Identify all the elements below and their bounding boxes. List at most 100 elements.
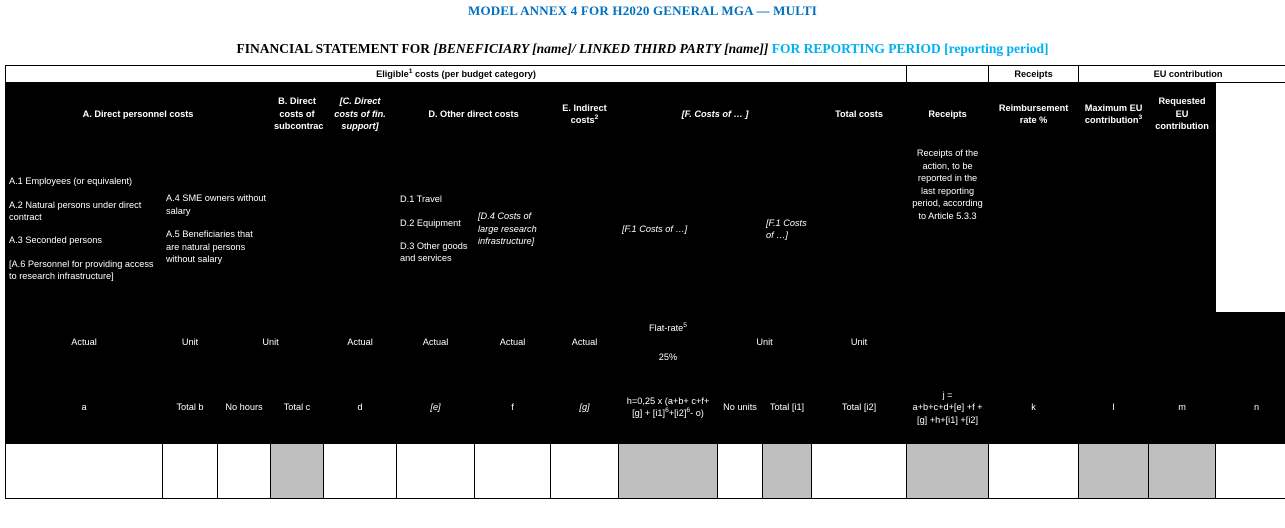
document-title: MODEL ANNEX 4 FOR H2020 GENERAL MGA — MU…	[467, 3, 818, 18]
detail-item-f1: [F.1 Costs of …]	[618, 144, 763, 314]
type-f2-unit: Unit	[810, 312, 908, 372]
detail-e-indirect	[550, 144, 619, 314]
detail-item-a6: [A.6 Personnel for providing access to r…	[9, 258, 154, 282]
col-header-c-fin-support: [C. Direct costs of fin. support]	[323, 82, 397, 146]
detail-d-items: D.1 Travel D.2 Equipment D.3 Other goods…	[396, 144, 475, 314]
input-d-other[interactable]	[474, 443, 551, 500]
detail-a-actual-items: A.1 Employees (or equivalent) A.2 Natura…	[5, 144, 163, 314]
detail-receipts-note: Receipts of the action, to be reported i…	[906, 144, 990, 314]
col-header-b-subcontracting: B. Direct costs of subcontracting	[270, 82, 324, 146]
detail-total-costs	[810, 144, 908, 314]
type-receipts	[988, 312, 1080, 372]
detail-item-a5: A.5 Beneficiaries that are natural perso…	[166, 229, 253, 265]
formula-e-indirect: h=0,25 x (a+b+ c+f+[g] + [i1]6+[i2]6- o)	[618, 370, 718, 445]
group-header-receipts: Receipts	[988, 64, 1080, 84]
input-no-hours[interactable]	[217, 443, 271, 500]
formula-f1-no-units: No units	[717, 370, 763, 445]
group-header-eu-contribution: EU contribution	[1078, 64, 1285, 84]
document-subtitle: FINANCIAL STATEMENT FOR [BENEFICIARY [na…	[0, 41, 1285, 57]
col-header-requested-eu-contribution: Requested EU contribution	[1148, 82, 1217, 146]
subtitle-prefix: FINANCIAL STATEMENT FOR	[236, 41, 434, 56]
formula-receipts: k	[988, 370, 1080, 445]
type-a-actual: Actual	[5, 312, 163, 372]
type-b-subcontracting: Actual	[323, 312, 397, 372]
input-reimbursement-rate	[1078, 443, 1150, 500]
detail-item-d1: D.1 Travel	[400, 194, 442, 205]
type-total-costs	[906, 312, 990, 372]
col-header-a-direct-personnel: A. Direct personnel costs	[5, 82, 271, 146]
formula-d4: [g]	[550, 370, 619, 445]
type-f1-unit: Unit	[717, 312, 812, 372]
input-f2-total[interactable]	[810, 443, 908, 500]
detail-item-a1: A.1 Employees (or equivalent)	[9, 176, 133, 187]
input-max-eu	[1148, 443, 1217, 500]
type-d-other-direct: Actual	[474, 312, 551, 372]
input-b-subcontracting[interactable]	[323, 443, 397, 500]
detail-item-a2: A.2 Natural persons under direct contrac…	[9, 199, 142, 222]
input-f1-total	[762, 443, 812, 500]
type-requested-eu	[1215, 312, 1285, 372]
detail-item-d2: D.2 Equipment	[400, 217, 461, 228]
group-header-total-costs-spacer	[906, 64, 990, 84]
type-c-fin-support: Actual	[396, 312, 475, 372]
col-header-max-eu-contribution: Maximum EU contribution3	[1078, 82, 1150, 146]
subtitle-reporting-period: FOR REPORTING PERIOD [reporting period]	[771, 41, 1049, 56]
input-a-actual[interactable]	[5, 443, 163, 500]
formula-c-fin-support: [e]	[396, 370, 475, 445]
footnote-marker-5: 5	[683, 321, 687, 329]
type-max-eu	[1148, 312, 1217, 372]
formula-row: a Total b No hours Total c d [e] f [g] h…	[5, 370, 1285, 445]
input-requested-eu[interactable]	[1215, 443, 1285, 500]
footnote-marker-2: 2	[594, 113, 599, 121]
group-header-eligible-costs: Eligible1 costs (per budget category)	[4, 64, 908, 84]
detail-item-f2: [F.1 Costs of …]	[762, 144, 812, 314]
formula-reimbursement-rate: l	[1078, 370, 1150, 445]
detail-reimbursement-rate	[988, 144, 1080, 314]
formula-no-hours: No hours	[217, 370, 271, 445]
formula-f2-total: Total [i2]	[810, 370, 908, 445]
group-header-row: Eligible1 costs (per budget category) Re…	[4, 64, 1285, 84]
detail-b-subcontracting	[270, 144, 324, 314]
formula-total-costs: j = a+b+c+d+[e] +f +[g] +h+[i1] +[i2]	[906, 370, 990, 445]
type-d4: Actual	[550, 312, 619, 372]
subtitle-beneficiary-placeholder: [BENEFICIARY [name]/ LINKED THIRD PARTY …	[433, 41, 769, 56]
input-receipts[interactable]	[988, 443, 1080, 500]
footnote-marker-3: 3	[1138, 113, 1143, 121]
input-f1-no-units[interactable]	[717, 443, 763, 500]
detail-item-a3: A.3 Seconded persons	[9, 235, 102, 246]
formula-b-subcontracting: d	[323, 370, 397, 445]
financial-statement-page: MODEL ANNEX 4 FOR H2020 GENERAL MGA — MU…	[0, 0, 1285, 528]
col-header-receipts: Receipts	[906, 82, 990, 146]
type-e-flat-rate-percent: 25%	[618, 342, 718, 372]
formula-a-unit-total: Total b	[162, 370, 218, 445]
detail-row: A.1 Employees (or equivalent) A.2 Natura…	[5, 144, 1285, 314]
cost-type-row: Actual Unit Unit Actual Actual Actual Ac…	[5, 312, 1285, 372]
formula-total-costs-expression: a+b+c+d+[e] +f +[g] +h+[i1] +[i2]	[912, 402, 983, 425]
input-row	[5, 443, 1285, 500]
formula-total-costs-label: j =	[942, 389, 953, 400]
detail-item-d3: D.3 Other goods and services	[400, 240, 468, 264]
col-header-reimbursement-rate: Reimbursement rate %	[988, 82, 1080, 146]
col-header-d-other-direct: D. Other direct costs	[396, 82, 551, 146]
col-header-total-costs: Total costs	[810, 82, 908, 146]
type-e-flat-rate: Flat-rate5	[618, 312, 718, 344]
detail-max-eu	[1078, 144, 1150, 314]
detail-a-unit-items: A.4 SME owners without salary A.5 Benefi…	[162, 144, 271, 314]
financial-statement-table: Eligible1 costs (per budget category) Re…	[4, 64, 1285, 500]
formula-max-eu: m	[1148, 370, 1217, 445]
formula-d-other-direct: f	[474, 370, 551, 445]
input-total-costs	[906, 443, 990, 500]
detail-c-fin-support	[323, 144, 397, 314]
input-d4[interactable]	[550, 443, 619, 500]
input-a-unit-total[interactable]	[162, 443, 218, 500]
type-a-unit-2: Unit	[217, 312, 324, 372]
type-a-unit: Unit	[162, 312, 218, 372]
input-total-c	[270, 443, 324, 500]
detail-requested-eu	[1148, 144, 1217, 314]
formula-total-c: Total c	[270, 370, 324, 445]
type-reimbursement-rate	[1078, 312, 1150, 372]
column-header-row: A. Direct personnel costs B. Direct cost…	[5, 82, 1285, 146]
formula-a-actual: a	[5, 370, 163, 445]
detail-item-a4: A.4 SME owners without salary	[166, 193, 267, 216]
input-c-fin-support[interactable]	[396, 443, 475, 500]
